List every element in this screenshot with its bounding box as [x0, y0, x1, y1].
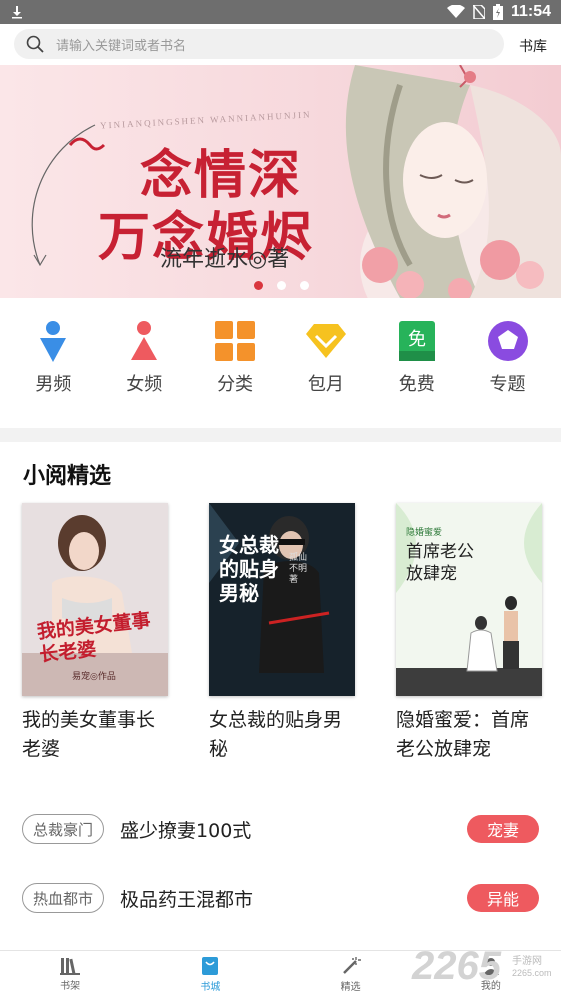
wifi-icon [446, 5, 465, 18]
category-monthly[interactable]: 包月 [286, 320, 366, 410]
clock: 11:54 [510, 3, 551, 20]
watermark-text: 手游网 [512, 956, 542, 967]
status-bar: 11:54 [0, 0, 561, 24]
cover-art [22, 503, 168, 696]
category-male[interactable]: 男频 [13, 320, 93, 410]
category-row: 男频 女频 分类 包月 免 免费 专题 [0, 320, 561, 410]
category-label: 免费 [398, 374, 435, 395]
category-label: 包月 [307, 374, 344, 395]
nav-bookshelf[interactable]: 书架 [0, 951, 140, 997]
cover-series: 隐婚蜜爱 [406, 528, 443, 538]
book-title[interactable]: 女总裁的贴身男秘 [209, 706, 355, 764]
book-card[interactable]: 女总裁的贴身男秘 孤仙不明 著 女总裁的贴身男秘 [209, 503, 355, 764]
book-cover[interactable]: 女总裁的贴身男秘 孤仙不明 著 [209, 503, 355, 696]
banner-author: 流年逝水◎著 [160, 247, 290, 272]
diamond-icon [305, 320, 347, 362]
banner-carousel[interactable]: YINIANQINGSHEN WANNIANHUNJIN 念情深 万念婚烬 流年… [0, 65, 561, 298]
no-sim-icon [472, 5, 485, 19]
cover-author: 易宠◎作品 [72, 672, 116, 682]
book-card[interactable]: 隐婚蜜爱 首席老公放肆宠 隐婚蜜爱：首席老公放肆宠 [396, 503, 542, 764]
nav-store[interactable]: 书城 [140, 951, 280, 997]
book-title[interactable]: 隐婚蜜爱：首席老公放肆宠 [396, 706, 542, 764]
carousel-dot[interactable] [254, 281, 263, 290]
bookshelf-icon [60, 957, 81, 975]
battery-icon [492, 4, 503, 20]
book-title[interactable]: 我的美女董事长老婆 [22, 706, 168, 764]
free-icon: 免 [396, 320, 438, 362]
category-female[interactable]: 女频 [104, 320, 184, 410]
nav-label: 精选 [340, 981, 361, 993]
genre-tag[interactable]: 热血都市 [22, 883, 105, 913]
site-watermark: 2265 手游网 2265.com [408, 940, 561, 997]
section-title: 小阅精选 [23, 464, 112, 489]
watermark-url: 2265.com [512, 968, 552, 978]
download-icon [12, 6, 22, 19]
category-label: 女频 [126, 374, 163, 395]
store-icon [202, 956, 219, 975]
recommend-row[interactable]: 热血都市 极品药王混都市 异能 [22, 882, 539, 914]
male-icon [32, 320, 74, 362]
book-cover[interactable]: 隐婚蜜爱 首席老公放肆宠 [396, 503, 542, 696]
grid-icon [214, 320, 256, 362]
carousel-indicator [254, 281, 309, 290]
library-link[interactable]: 书库 [519, 36, 547, 56]
feature-badge: 异能 [467, 884, 539, 912]
feature-badge: 宠妻 [467, 815, 539, 843]
carousel-dot[interactable] [277, 281, 286, 290]
recommend-title[interactable]: 盛少撩妻100式 [120, 816, 251, 843]
category-label: 男频 [35, 374, 72, 395]
pentagon-icon [487, 320, 529, 362]
watermark-brand: 2265 [412, 944, 501, 988]
book-card[interactable]: 我的美女董事长老婆 易宠◎作品 我的美女董事长老婆 [22, 503, 168, 764]
wand-icon [342, 956, 361, 974]
cover-title: 女总裁的贴身男秘 [219, 533, 279, 605]
genre-tag[interactable]: 总裁豪门 [22, 814, 105, 844]
category-free[interactable]: 免 免费 [377, 320, 457, 410]
category-classify[interactable]: 分类 [195, 320, 275, 410]
search-icon [26, 35, 44, 53]
category-label: 专题 [489, 374, 526, 395]
book-list: 我的美女董事长老婆 易宠◎作品 我的美女董事长老婆 女总裁的贴身男秘 孤仙不明 … [22, 503, 542, 764]
nav-label: 书架 [60, 980, 81, 992]
category-label: 分类 [217, 374, 254, 395]
recommend-row[interactable]: 总裁豪门 盛少撩妻100式 宠妻 [22, 813, 539, 845]
search-placeholder: 请输入关键词或者书名 [56, 38, 187, 54]
carousel-dot[interactable] [300, 281, 309, 290]
cover-author: 孤仙不明 著 [289, 553, 308, 585]
nav-featured[interactable]: 精选 [281, 951, 421, 997]
svg-text:免: 免 [408, 329, 426, 350]
nav-label: 书城 [200, 981, 221, 993]
search-input[interactable]: 请输入关键词或者书名 [14, 29, 504, 59]
book-cover[interactable]: 我的美女董事长老婆 易宠◎作品 [22, 503, 168, 696]
female-icon [123, 320, 165, 362]
recommend-title[interactable]: 极品药王混都市 [120, 885, 253, 912]
search-bar: 请输入关键词或者书名 书库 [0, 24, 561, 65]
category-topic[interactable]: 专题 [468, 320, 548, 410]
section-divider [0, 428, 561, 442]
cover-title: 首席老公放肆宠 [406, 542, 474, 584]
